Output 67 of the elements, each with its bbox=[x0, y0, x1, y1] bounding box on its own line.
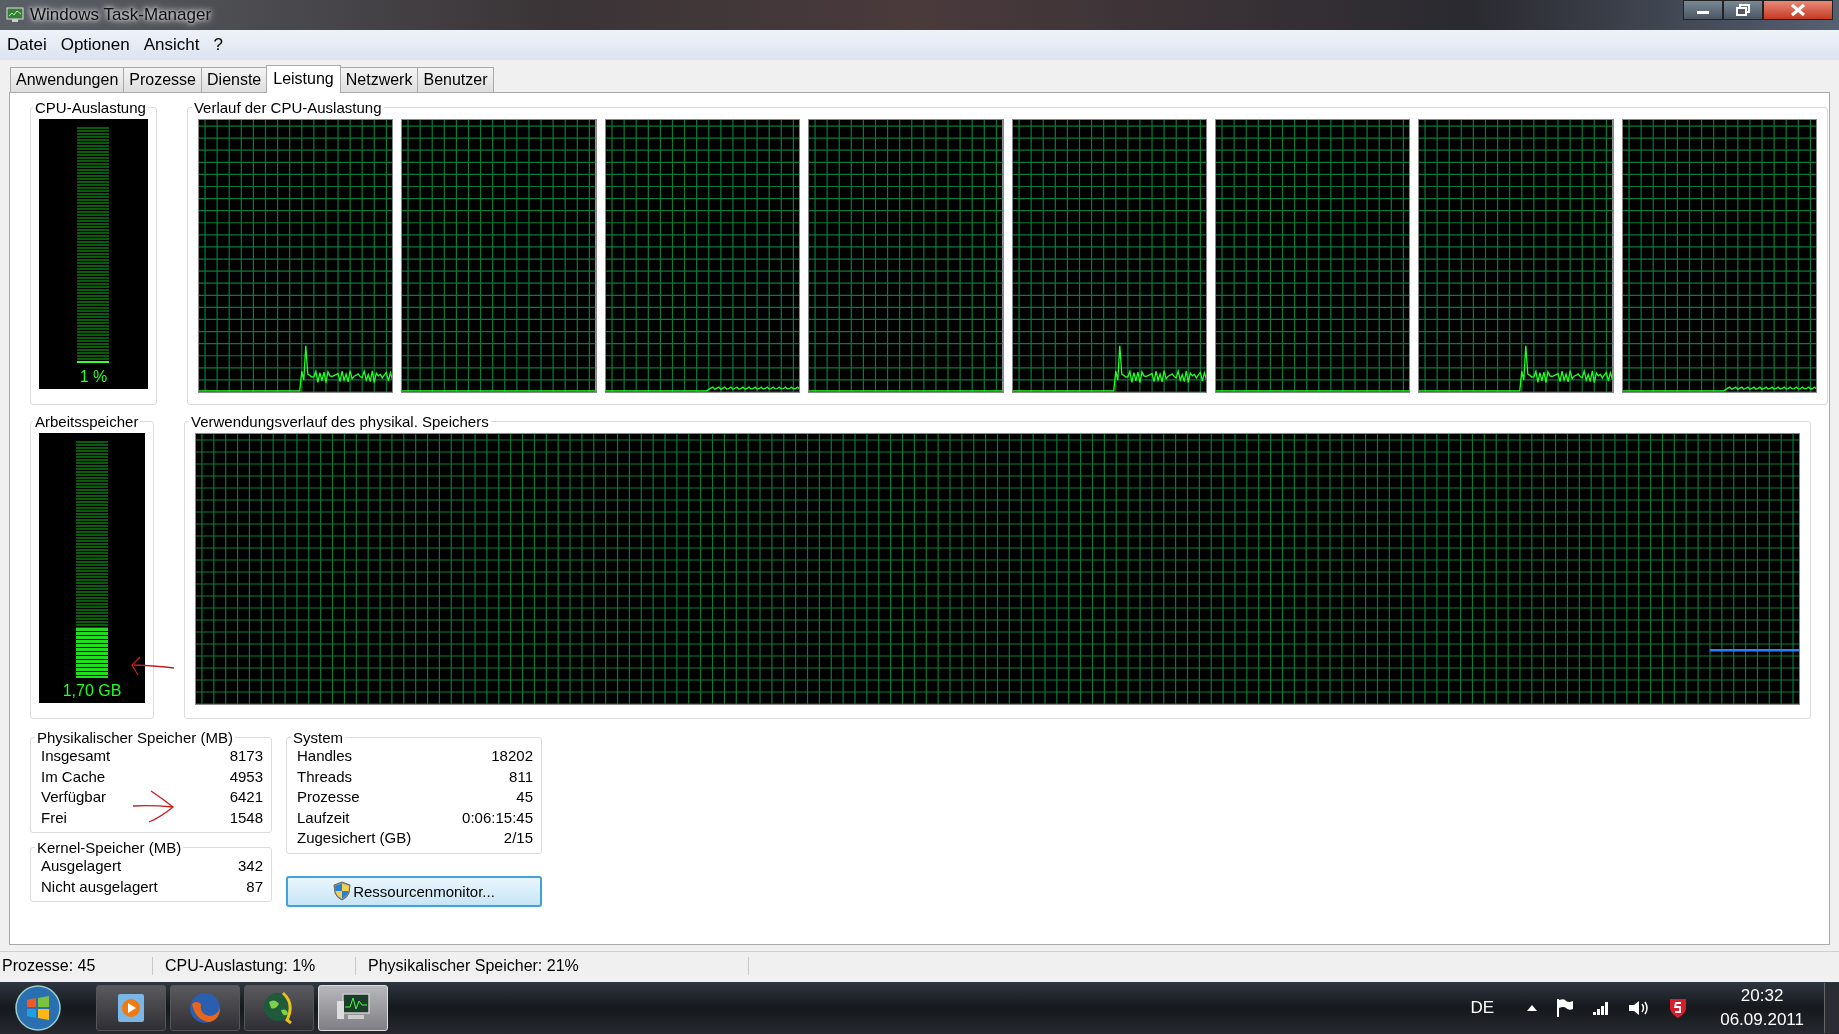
tab[interactable]: Dienste bbox=[201, 67, 268, 92]
group-title: Verlauf der CPU-Auslastung bbox=[192, 99, 383, 116]
status-text: CPU-Auslastung: 1% bbox=[163, 956, 356, 975]
group-title: CPU-Auslastung bbox=[34, 99, 147, 116]
menu-item[interactable]: Ansicht bbox=[143, 35, 200, 55]
stat-value: 45 bbox=[516, 787, 533, 807]
gauge-reading: 1 % bbox=[79, 368, 108, 386]
flag-icon[interactable] bbox=[1556, 998, 1575, 1018]
stat-label: Frei bbox=[41, 807, 67, 828]
show-desktop-button[interactable] bbox=[1824, 983, 1839, 1033]
speaker-icon[interactable] bbox=[1628, 999, 1651, 1017]
close-button[interactable] bbox=[1763, 0, 1833, 20]
shield-icon[interactable] bbox=[1668, 997, 1689, 1019]
stat-label: Laufzeit bbox=[297, 807, 350, 828]
minimize-button[interactable] bbox=[1683, 0, 1723, 20]
stat-value: 4953 bbox=[229, 766, 263, 787]
tab[interactable]: Benutzer bbox=[417, 67, 494, 92]
tab[interactable]: Leistung bbox=[266, 65, 341, 93]
stat-label: Threads bbox=[297, 766, 353, 787]
fox-globe-icon bbox=[187, 990, 223, 1026]
clock-date[interactable]: 06.09.2011 bbox=[1720, 1008, 1804, 1032]
stat-label: Insgesamt bbox=[41, 746, 111, 766]
stat-label: Nicht ausgelagert bbox=[41, 876, 158, 897]
stat-label: Handles bbox=[297, 746, 353, 766]
group-title: System bbox=[292, 729, 344, 746]
clock-time[interactable]: 20:32 bbox=[1740, 984, 1784, 1008]
status-text: Physikalischer Speicher: 21% bbox=[366, 956, 749, 975]
stat-value: 8173 bbox=[229, 746, 263, 766]
stat-value: 0:06:15:45 bbox=[462, 807, 533, 828]
status-text: Prozesse: 45 bbox=[0, 956, 153, 975]
group-title: Kernel-Speicher (MB) bbox=[36, 839, 183, 856]
shield-icon bbox=[333, 881, 352, 901]
resource-monitor-button[interactable]: Ressourcenmonitor... bbox=[286, 875, 542, 907]
group-title: Verwendungsverlauf des physikal. Speichers bbox=[190, 413, 490, 430]
restore-icon bbox=[1736, 4, 1750, 16]
stat-label: Im Cache bbox=[41, 766, 106, 787]
window-title: Windows Task-Manager bbox=[30, 5, 212, 25]
tab[interactable]: Anwendungen bbox=[10, 67, 125, 92]
taskbar-app[interactable] bbox=[96, 985, 166, 1031]
stat-label: Zugesichert (GB) bbox=[297, 828, 412, 848]
signal-icon[interactable] bbox=[1592, 1000, 1611, 1016]
tab[interactable]: Prozesse bbox=[123, 67, 202, 92]
stat-value: 811 bbox=[509, 766, 533, 787]
stat-value: 87 bbox=[246, 876, 263, 897]
stat-label: Ausgelagert bbox=[41, 856, 122, 876]
stat-label: Prozesse bbox=[297, 787, 360, 807]
gauge-reading: 1,70 GB bbox=[62, 682, 122, 700]
taskbar-app[interactable] bbox=[170, 985, 240, 1031]
taskbar-app[interactable] bbox=[244, 985, 314, 1031]
menu-item[interactable]: Datei bbox=[7, 35, 47, 55]
group-title: Physikalischer Speicher (MB) bbox=[36, 729, 234, 746]
group-title: Arbeitsspeicher bbox=[34, 413, 140, 430]
stat-value: 1548 bbox=[229, 807, 263, 828]
stat-value: 342 bbox=[237, 856, 263, 876]
maximize-button[interactable] bbox=[1723, 0, 1763, 20]
show-hidden-icons-button[interactable] bbox=[1526, 1004, 1539, 1012]
menu-item[interactable]: Optionen bbox=[60, 35, 130, 55]
stat-label: Verfügbar bbox=[41, 787, 107, 807]
stat-value: 2/15 bbox=[503, 828, 533, 848]
close-icon bbox=[1790, 3, 1806, 17]
language-indicator[interactable]: DE bbox=[1470, 998, 1495, 1018]
tab[interactable]: Netzwerk bbox=[339, 67, 419, 92]
start-button[interactable] bbox=[14, 984, 62, 1032]
monitor-icon bbox=[6, 7, 24, 23]
stat-value: 6421 bbox=[229, 787, 263, 807]
menu-item[interactable]: ? bbox=[213, 35, 223, 55]
stat-value: 18202 bbox=[491, 746, 533, 766]
